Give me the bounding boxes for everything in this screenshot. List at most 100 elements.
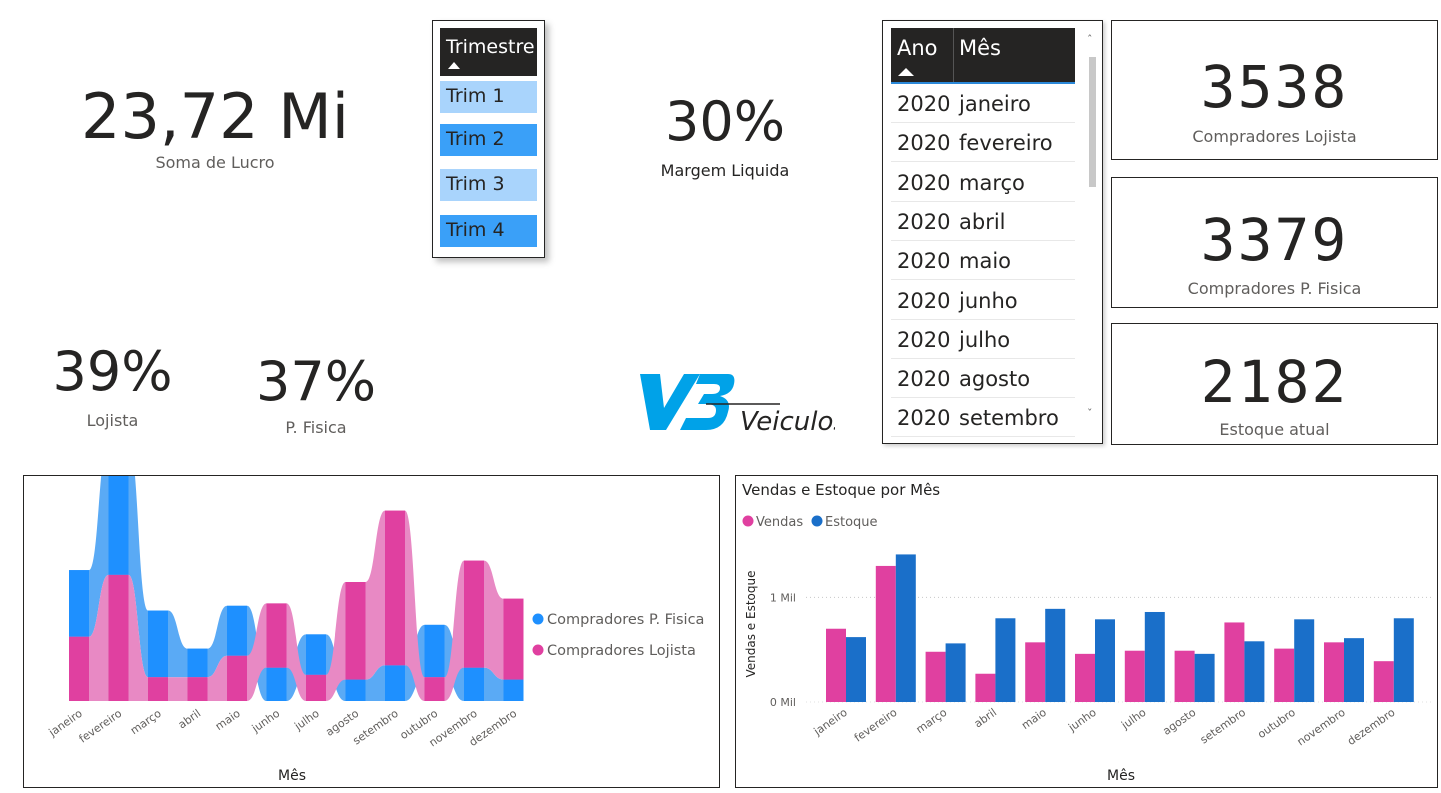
col-ano-header[interactable]: Ano <box>897 36 938 60</box>
chart-title: Vendas e Estoque por Mês <box>742 481 940 499</box>
x-axis-title: Mês <box>278 768 306 784</box>
compradores-chart: janeiro fevereiro março abril maio junho julho… <box>23 441 720 788</box>
col-mes-header[interactable]: Mês <box>959 36 1001 60</box>
ano-mes-row[interactable]: 2020 março <box>891 163 1075 202</box>
lucro-label: Soma de Lucro <box>155 153 275 172</box>
sort-up-icon <box>448 62 460 69</box>
x-tick-label: abril <box>176 707 203 732</box>
bar-pfisica <box>69 570 89 637</box>
legend-label: Compradores Lojista <box>547 643 696 659</box>
card-label: Estoque atual <box>1219 420 1330 439</box>
sort-up-icon <box>898 68 914 76</box>
bar-vendas <box>1224 622 1245 702</box>
lucro-value: 23,72 Mi <box>81 80 349 153</box>
bar-estoque <box>1294 619 1315 702</box>
card-value: 3379 <box>1200 206 1349 274</box>
x-tick-label: novembro <box>1295 706 1348 749</box>
legend-dot <box>811 515 823 527</box>
bar-lojista <box>464 560 484 668</box>
row-ano: 2020 <box>897 209 951 234</box>
x-tick-label: outubro <box>1255 706 1298 741</box>
legend-label: Estoque <box>825 515 878 530</box>
ano-mes-row[interactable]: 2020 fevereiro <box>891 123 1075 163</box>
x-tick-label: maio <box>213 707 243 733</box>
scrollbar-thumb[interactable] <box>1089 57 1096 187</box>
bar-lojista <box>148 677 168 701</box>
x-tick-label: maio <box>1019 706 1049 732</box>
bar-pfisica <box>385 665 405 701</box>
y-tick-label: 0 Mil <box>770 696 796 709</box>
card-label: Compradores P. Fisica <box>1187 279 1362 298</box>
bar-vendas <box>975 673 996 702</box>
bar-estoque <box>1095 619 1115 702</box>
card-compradores-pfisica: 3379 Compradores P. Fisica <box>1111 177 1438 308</box>
y-axis-title: Vendas e Estoque <box>744 571 758 678</box>
scroll-down-icon[interactable]: ˇ <box>1087 407 1093 420</box>
bar-vendas <box>1324 642 1344 702</box>
bar-estoque <box>1244 641 1265 702</box>
row-mes: julho <box>959 327 1011 352</box>
legend-dot <box>532 613 544 625</box>
pfisica-value: 37% <box>255 350 377 413</box>
ano-mes-row[interactable]: 2020 julho <box>891 320 1075 359</box>
ano-mes-row[interactable]: 2020 setembro <box>891 398 1075 438</box>
ano-mes-row[interactable]: 2020 maio <box>891 241 1075 281</box>
bar-estoque <box>1194 653 1215 702</box>
card-estoque-atual: 2182 Estoque atual <box>1111 323 1438 445</box>
row-ano: 2020 <box>897 288 951 313</box>
bar-lojista <box>266 603 287 668</box>
lojista-label: Lojista <box>86 411 139 430</box>
bar-estoque <box>1393 618 1414 702</box>
x-tick-label: fevereiro <box>77 707 125 746</box>
x-tick-label: agosto <box>1160 706 1198 738</box>
bar-pfisica <box>345 679 366 701</box>
row-mes: fevereiro <box>959 131 1053 156</box>
bar-estoque <box>1344 638 1364 702</box>
vendas-estoque-chart: Vendas e Estoque por Mês Vendas Estoque 0 M… <box>735 475 1438 788</box>
bar-pfisica <box>227 605 247 656</box>
bar-pfisica <box>266 667 287 701</box>
row-ano: 2020 <box>897 406 951 431</box>
bar-estoque <box>895 554 916 702</box>
trimestre-header-label: Trimestre <box>446 36 535 58</box>
trimestre-header[interactable]: Trimestre <box>440 28 537 76</box>
card-label: Compradores Lojista <box>1192 127 1357 146</box>
bar-lojista <box>306 674 326 701</box>
trimestre-item-3[interactable]: Trim 3 <box>440 169 537 201</box>
row-ano: 2020 <box>897 92 951 116</box>
ano-mes-row[interactable]: 2020 abril <box>891 202 1075 241</box>
compradores-chart-svg: janeirofevereiro março abril maio junho julho… <box>46 441 704 784</box>
legend-label: Vendas <box>756 515 803 530</box>
bar-lojista <box>503 598 524 680</box>
bar-estoque <box>945 643 966 702</box>
ano-mes-row[interactable]: 2020 agosto <box>891 359 1075 399</box>
x-tick-label: dezembro <box>1345 706 1398 748</box>
bar-lojista <box>424 677 445 701</box>
trimestre-item-2[interactable]: Trim 2 <box>440 124 537 156</box>
bar-vendas <box>1025 642 1046 702</box>
bar-lojista <box>69 636 89 701</box>
bar-estoque <box>1045 608 1066 702</box>
row-ano: 2020 <box>897 170 951 195</box>
x-tick-label: fevereiro <box>852 706 900 745</box>
x-tick-label: junho <box>1065 706 1099 735</box>
y-tick-label: 1 Mil <box>770 591 796 604</box>
bar-pfisica <box>503 679 524 701</box>
trimestre-slicer: Trimestre Trim 1 Trim 2 Trim 3 Trim 4 <box>432 20 545 258</box>
x-axis-title: Mês <box>1107 768 1135 784</box>
bar-pfisica <box>187 648 208 678</box>
bar-pfisica <box>306 634 326 675</box>
x-tick-label: março <box>914 706 950 737</box>
bar-vendas <box>1174 650 1195 702</box>
ano-mes-row[interactable]: 2020 junho <box>891 281 1075 320</box>
x-tick-label: setembro <box>1198 706 1249 747</box>
x-tick-label: abril <box>972 706 999 731</box>
card-compradores-lojista: 3538 Compradores Lojista <box>1111 20 1438 160</box>
row-mes: janeiro <box>959 92 1031 116</box>
bar-lojista <box>227 655 247 701</box>
ano-mes-row[interactable]: 2020 janeiro <box>891 84 1075 123</box>
bar-lojista <box>108 574 129 701</box>
trimestre-item-4[interactable]: Trim 4 <box>440 215 537 247</box>
scroll-up-icon[interactable]: ˆ <box>1087 33 1093 46</box>
trimestre-item-1[interactable]: Trim 1 <box>440 81 537 113</box>
